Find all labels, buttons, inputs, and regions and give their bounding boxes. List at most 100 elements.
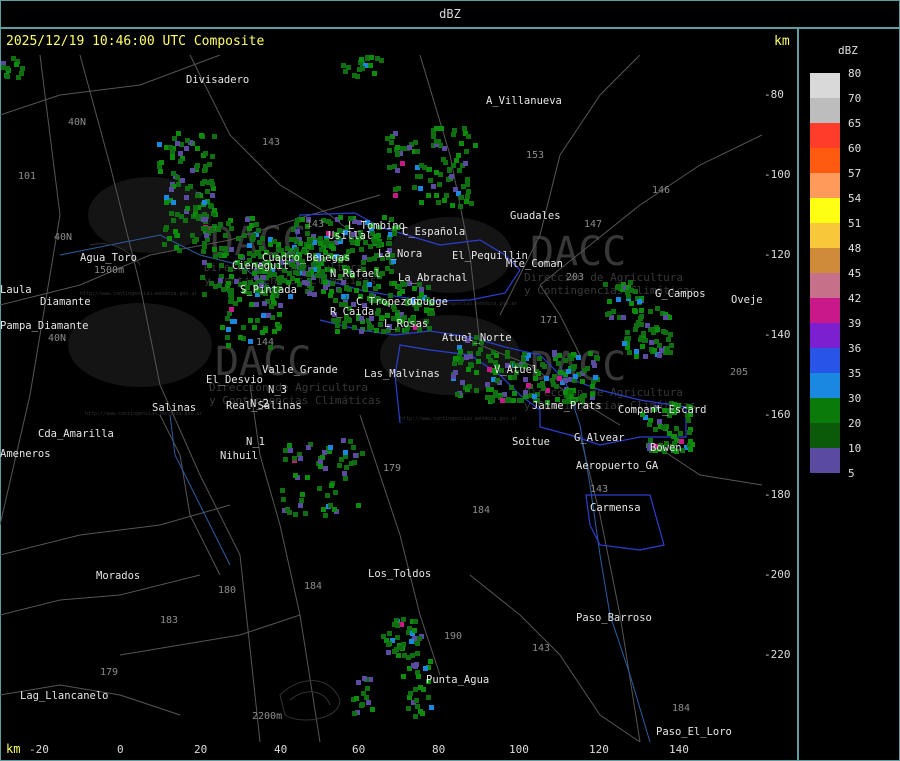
echo-pixel: [439, 126, 444, 131]
echo-pixel: [245, 217, 250, 222]
echo-pixel: [392, 622, 397, 627]
echo-pixel: [459, 141, 464, 146]
echo-pixel: [413, 714, 418, 719]
echo-pixel: [401, 617, 406, 622]
echo-pixel: [158, 169, 163, 174]
road-number-label: 205: [730, 367, 748, 378]
echo-pixel: [422, 165, 427, 170]
echo-pixel: [294, 222, 299, 227]
echo-pixel: [573, 374, 578, 379]
echo-pixel: [248, 318, 253, 323]
echo-pixel: [164, 200, 169, 205]
road-number-label: 40N: [48, 333, 66, 344]
echo-pixel: [453, 370, 458, 375]
echo-pixel: [512, 391, 517, 396]
echo-pixel: [540, 362, 545, 367]
echo-pixel: [417, 636, 422, 641]
echo-pixel: [319, 272, 324, 277]
echo-pixel: [395, 152, 400, 157]
echo-pixel: [305, 475, 310, 480]
echo-pixel: [280, 488, 285, 493]
echo-pixel: [229, 307, 234, 312]
echo-pixel: [171, 218, 176, 223]
echo-pixel: [312, 292, 317, 297]
echo-pixel: [200, 181, 205, 186]
echo-pixel: [558, 370, 563, 375]
echo-pixel: [272, 239, 277, 244]
echo-pixel: [299, 498, 304, 503]
echo-pixel: [192, 239, 197, 244]
echo-pixel: [434, 170, 439, 175]
echo-pixel: [223, 246, 228, 251]
place-label: Pampa_Diamante: [0, 320, 89, 332]
echo-pixel: [229, 247, 234, 252]
y-tick-label: -220: [764, 648, 791, 661]
echo-pixel: [400, 289, 405, 294]
echo-pixel: [170, 149, 175, 154]
echo-pixel: [615, 285, 620, 290]
radar-map[interactable]: DACCDirección de Agriculturay Contingenc…: [0, 55, 762, 742]
x-tick-label: 80: [432, 743, 446, 756]
echo-pixel: [364, 695, 369, 700]
echo-pixel: [348, 439, 353, 444]
echo-pixel: [212, 208, 217, 213]
echo-pixel: [295, 278, 300, 283]
echo-pixel: [462, 126, 467, 131]
road-number-label: 143: [262, 137, 280, 148]
legend-swatch: [810, 198, 840, 223]
echo-pixel: [629, 301, 634, 306]
echo-pixel: [632, 308, 637, 313]
echo-pixel: [464, 355, 469, 360]
legend-label: 80: [848, 67, 862, 80]
echo-pixel: [254, 222, 259, 227]
echo-pixel: [532, 394, 537, 399]
y-tick-label: -200: [764, 568, 791, 581]
echo-pixel: [395, 145, 400, 150]
echo-pixel: [369, 55, 374, 60]
echo-pixel: [464, 199, 469, 204]
place-label: Salinas: [152, 402, 196, 414]
x-tick-label: 140: [669, 743, 689, 756]
echo-pixel: [552, 350, 557, 355]
echo-pixel: [213, 254, 218, 259]
echo-pixel: [306, 445, 311, 450]
echo-pixel: [395, 635, 400, 640]
legend-label: 30: [848, 392, 862, 405]
echo-pixel: [633, 327, 638, 332]
road-number-label: 190: [444, 631, 462, 642]
echo-pixel: [640, 344, 645, 349]
road-number-label: 101: [18, 171, 36, 182]
radar-map-svg[interactable]: DACCDirección de Agriculturay Contingenc…: [0, 55, 762, 742]
echo-pixel: [329, 483, 334, 488]
echo-pixel: [627, 350, 632, 355]
echo-pixel: [426, 285, 431, 290]
echo-pixel: [569, 356, 574, 361]
echo-pixel: [360, 451, 365, 456]
echo-pixel: [690, 442, 695, 447]
echo-pixel: [252, 325, 257, 330]
echo-pixel: [344, 286, 349, 291]
legend-swatch: [810, 248, 840, 273]
echo-pixel: [466, 367, 471, 372]
echo-pixel: [298, 456, 303, 461]
echo-pixel: [328, 221, 333, 226]
place-label: Carmensa: [590, 502, 641, 514]
echo-pixel: [292, 264, 297, 269]
echo-pixel: [419, 200, 424, 205]
echo-pixel: [238, 335, 243, 340]
echo-pixel: [306, 244, 311, 249]
echo-pixel: [372, 71, 377, 76]
echo-pixel: [200, 275, 205, 280]
road-number-label: 180: [218, 585, 236, 596]
echo-pixel: [164, 225, 169, 230]
echo-pixel: [370, 707, 375, 712]
echo-pixel: [451, 132, 456, 137]
echo-pixel: [254, 302, 259, 307]
echo-pixel: [302, 280, 307, 285]
echo-pixel: [625, 330, 630, 335]
echo-pixel: [202, 292, 207, 297]
place-label: L_Rosas: [384, 318, 428, 330]
echo-pixel: [202, 200, 207, 205]
place-label: S_Pintada: [240, 284, 297, 296]
echo-pixel: [434, 193, 439, 198]
